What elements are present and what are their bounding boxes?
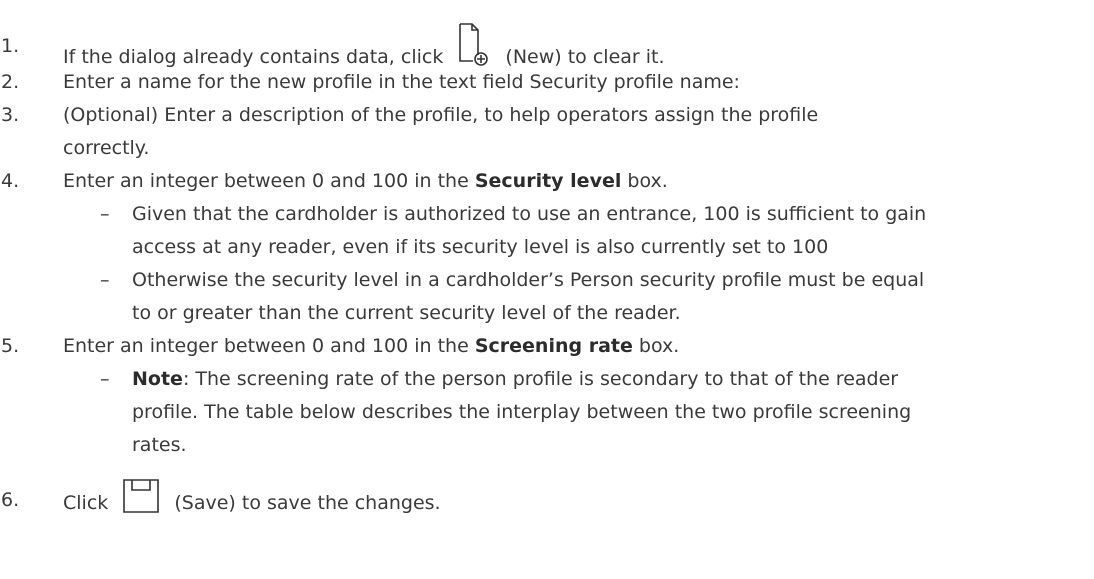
field-name-security-level: Security level [474,170,622,192]
field-name-screening-rate: Screening rate [474,335,633,357]
step-text-suffix: box. [627,170,668,192]
bullet-text: access at any reader, even if its securi… [132,236,829,258]
step-text: Enter a name for the new profile in the … [63,71,740,93]
note-label: Note [132,368,183,390]
step-text-suffix: box. [638,335,680,357]
step-text: Click [63,492,109,514]
step-number: 5. [1,335,20,357]
step-text: correctly. [63,137,150,159]
bullet-dash: – [100,203,110,225]
instructions-page: 1. If the dialog already contains data, … [0,0,1094,579]
step-number: 4. [1,170,20,192]
bullet-dash: – [100,368,110,390]
step-text-suffix: (Save) to save the changes. [174,492,441,514]
step-text: (Optional) Enter a description of the pr… [63,104,819,126]
step-text-suffix: (New) to clear it. [505,46,665,68]
bullet-dash: – [100,269,110,291]
bullet-text: profile. The table below describes the i… [132,401,912,423]
step-number: 1. [1,35,20,57]
bullet-text: : The screening rate of the person profi… [182,368,899,390]
bullet-text: Otherwise the security level in a cardho… [132,269,925,291]
bullet-text: rates. [132,434,187,456]
step-number: 3. [1,104,20,126]
step-text: If the dialog already contains data, cli… [63,46,444,68]
step-number: 2. [1,71,20,93]
step-text: Enter an integer between 0 and 100 in th… [63,335,469,357]
bullet-text: to or greater than the current security … [132,302,681,324]
step-number: 6. [1,489,20,511]
new-document-icon [457,22,491,66]
step-text: Enter an integer between 0 and 100 in th… [63,170,469,192]
save-icon [122,478,160,514]
bullet-text: Given that the cardholder is authorized … [132,203,927,225]
